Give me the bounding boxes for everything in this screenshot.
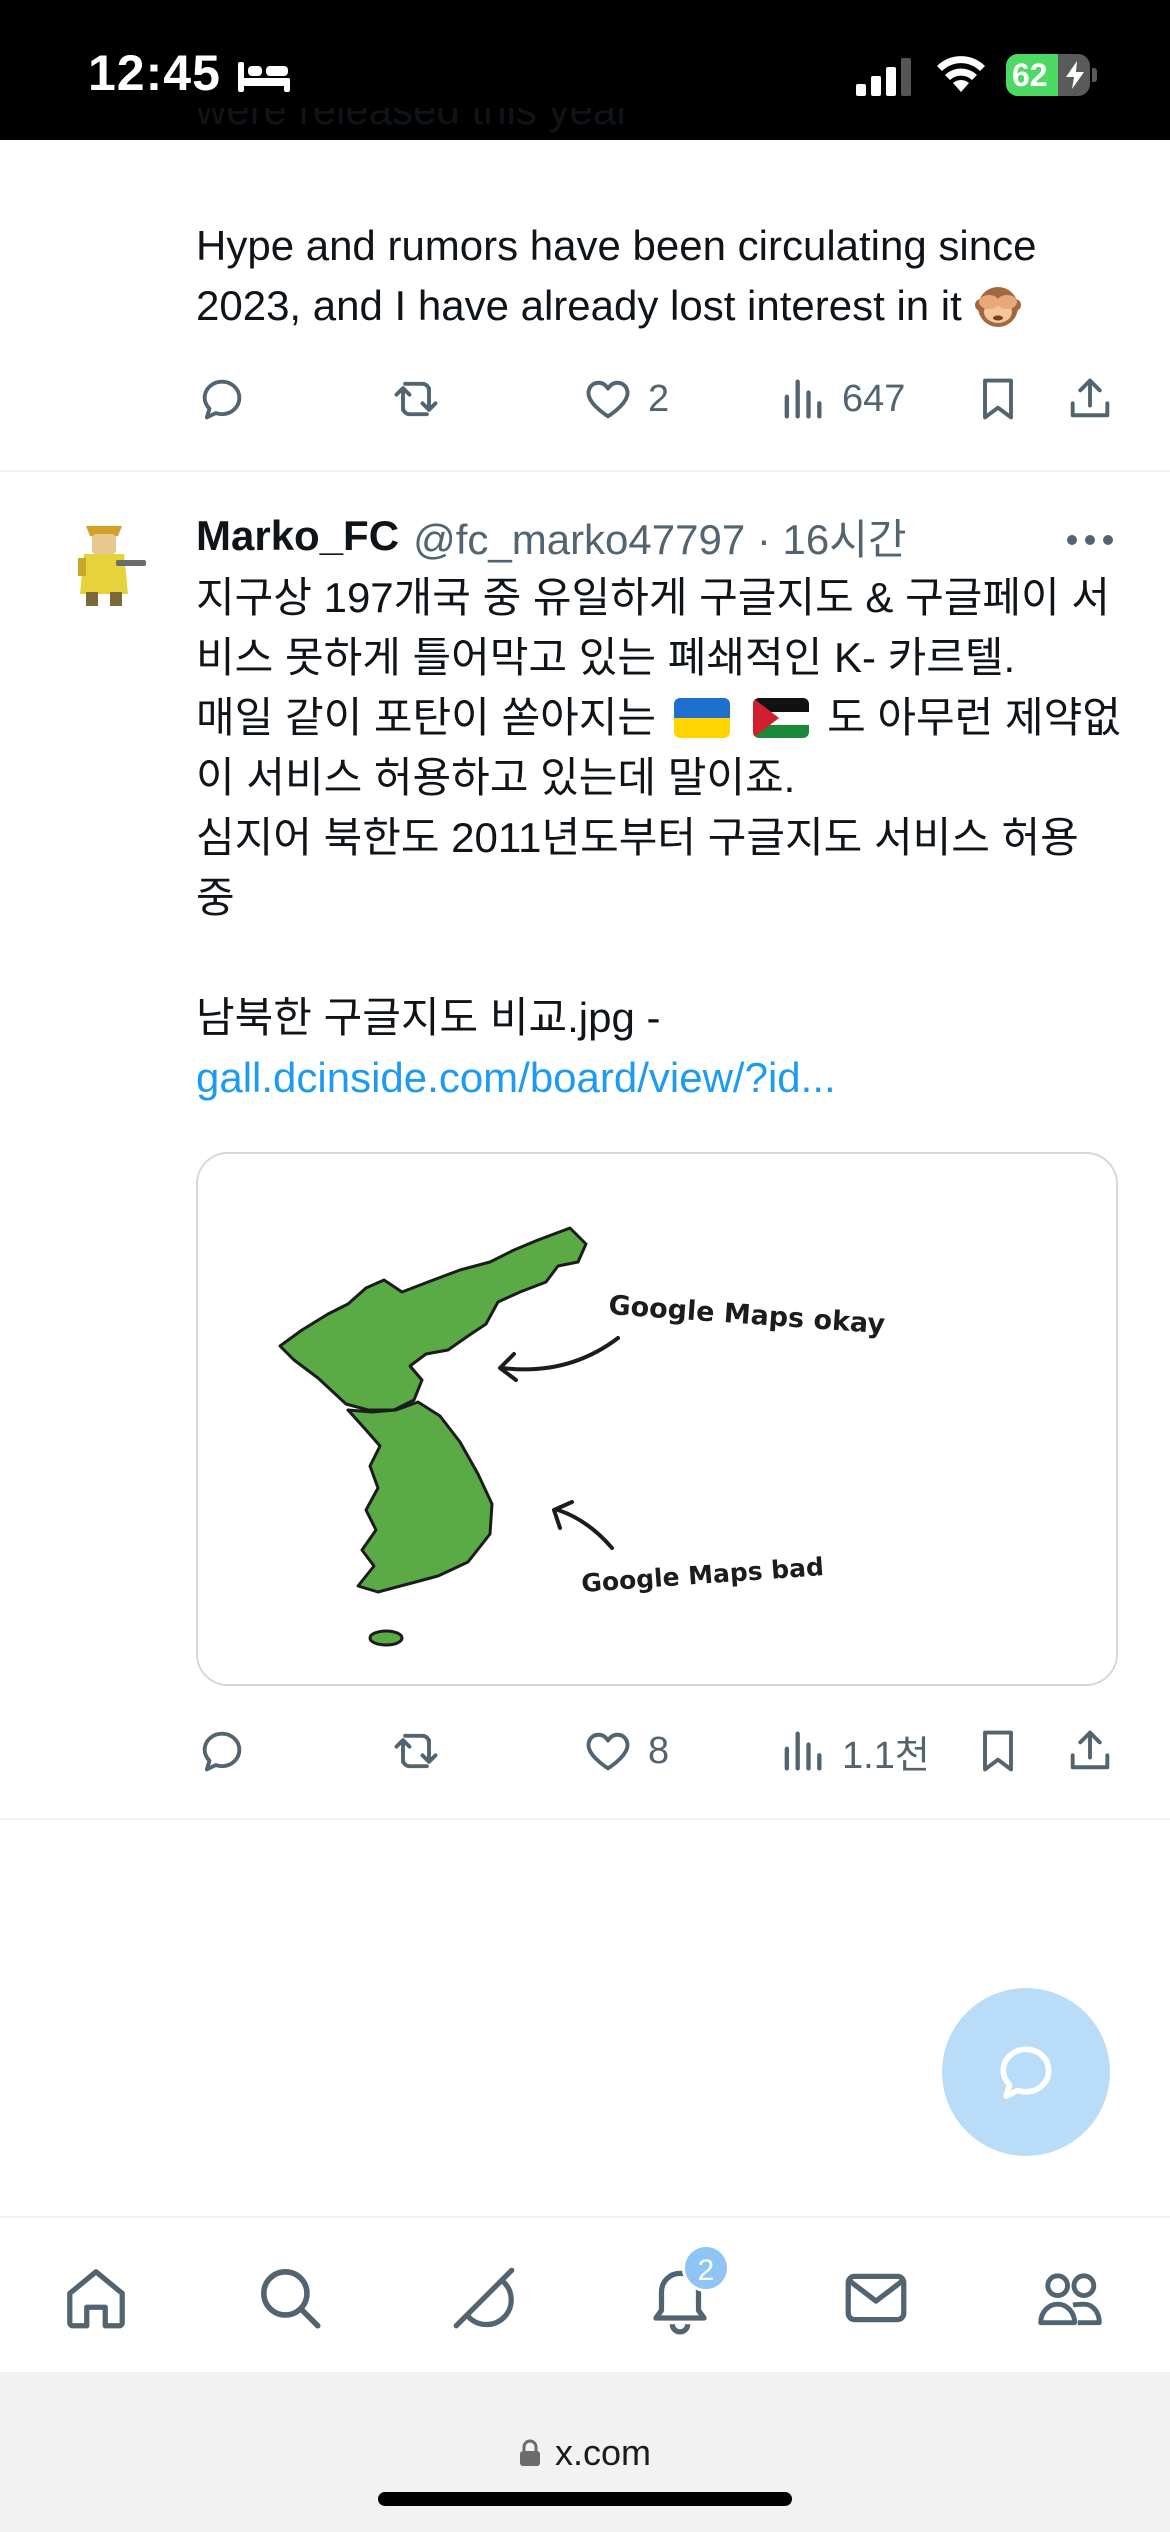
repost-icon [394,381,438,417]
tab-search[interactable] [250,2258,330,2338]
tweet-line-part: 도 아무런 제약없 [827,694,1121,741]
see-no-evil-monkey-icon [975,287,1022,327]
mail-icon [845,2273,907,2323]
tweet-line-with-flags: 매일 같이 포탄이 쏟아지는 도 아무런 제약없 [196,688,1136,748]
tweet-line: 이 서비스 허용하고 있는데 말이죠. [196,754,796,801]
battery-icon: 62 [1006,54,1090,96]
views-button[interactable]: 647 [776,364,905,434]
repost-button[interactable] [390,364,442,434]
tweet-text: 지구상 197개국 중 유일하게 구글지도 & 구글페이 서 비스 못하게 틀어… [196,568,1136,1108]
repost-button[interactable] [390,1716,442,1786]
palestine-flag-icon [753,698,810,738]
tweet-actions: 8 1.1천 [196,1716,1116,1786]
like-count: 8 [648,1729,670,1772]
reply-icon [202,379,242,420]
tweet-line: 중 [196,874,235,921]
avatar[interactable] [56,516,152,612]
bed-icon [238,62,290,92]
tweet-divider [0,470,1170,472]
tweet-line-part: 매일 같이 포탄이 쏟아지는 [196,694,657,741]
signal-icon [856,58,911,96]
like-button[interactable]: 8 [582,1716,669,1786]
share-icon [1070,1730,1110,1770]
previous-tweet-cutoff-text: were released this year [196,108,631,133]
url-display[interactable]: x.com [0,2432,1170,2474]
views-button[interactable]: 1.1천 [776,1716,930,1786]
search-icon [261,2269,321,2329]
tab-home[interactable] [56,2258,136,2338]
lock-icon [519,2439,540,2466]
analytics-icon [784,379,822,419]
media-card[interactable]: Google Maps okay Google Maps bad [196,1152,1118,1686]
analytics-icon [784,1731,822,1771]
tweet-line: 비스 못하게 틀어막고 있는 폐쇄적인 K- 카르텔. [196,634,1016,681]
ukraine-flag-icon [673,698,730,738]
view-count: 1.1천 [842,1734,930,1777]
more-options-icon[interactable] [1060,520,1120,560]
browser-url-bar[interactable]: x.com [0,2372,1170,2532]
tweet-line: 심지어 북한도 2011년도부터 구글지도 서비스 허용 [196,814,1079,861]
reply-icon [202,1731,242,1772]
share-icon [1070,378,1110,418]
handle-and-time[interactable]: @fc_marko47797 · 16시간 [413,506,906,567]
tweet-line: 남북한 구글지도 비교.jpg - [196,994,661,1041]
reply-button[interactable] [196,1716,248,1786]
url-text: x.com [554,2432,651,2473]
heart-icon [586,380,630,419]
compose-bubble-icon [1000,2046,1052,2099]
like-count: 2 [648,377,670,420]
jeju-island-shape [368,1629,404,1647]
previous-tweet-actions: 2 647 [196,364,1116,434]
grok-icon [453,2267,515,2329]
previous-tweet-text: Hype and rumors have been circulating si… [196,216,1136,336]
bookmark-button[interactable] [972,364,1024,434]
status-time: 12:45 [88,45,221,101]
tab-communities[interactable] [1030,2258,1110,2338]
bookmark-button[interactable] [972,1716,1024,1786]
repost-icon [394,1733,438,1769]
previous-tweet-body: Hype and rumors have been circulating si… [196,222,1037,329]
wifi-icon [937,56,985,92]
display-name[interactable]: Marko_FC [196,512,399,560]
bookmark-icon [983,1730,1013,1772]
tab-messages[interactable] [836,2258,916,2338]
notification-badge: 2 [682,2244,730,2292]
like-button[interactable]: 2 [582,364,669,434]
bottom-tab-bar [0,2216,1170,2372]
share-button[interactable] [1064,364,1116,434]
home-icon [67,2269,125,2329]
home-indicator [378,2492,792,2506]
bookmark-icon [983,378,1013,420]
new-post-button[interactable] [942,1988,1110,2156]
avatar-image [56,516,152,612]
tweet-header: Marko_FC @fc_marko47797 · 16시간 [196,506,907,566]
view-count: 647 [842,377,906,420]
share-button[interactable] [1064,1716,1116,1786]
tweet-link[interactable]: gall.dcinside.com/board/view/?id... [196,1048,1136,1108]
communities-icon [1038,2273,1102,2326]
tweet-line: 지구상 197개국 중 유일하게 구글지도 & 구글페이 서 [196,574,1110,621]
korea-map-image: Google Maps okay Google Maps bad [198,1154,1116,1684]
reply-button[interactable] [196,364,248,434]
bolt-icon [1066,61,1084,89]
battery-nub [1092,68,1097,82]
tweet-divider [0,1818,1170,1820]
heart-icon [586,1732,630,1771]
tab-grok[interactable] [444,2258,524,2338]
